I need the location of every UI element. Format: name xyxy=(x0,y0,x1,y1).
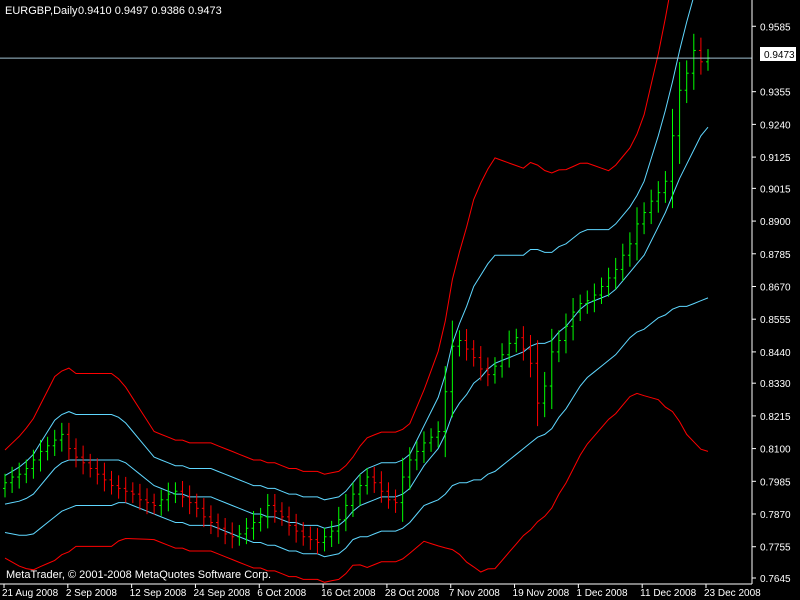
price-tick-label: 0.8100 xyxy=(760,445,791,456)
price-tick-label: 0.9355 xyxy=(760,88,791,99)
price-tick-label: 0.7870 xyxy=(760,510,791,521)
time-tick-label: 11 Dec 2008 xyxy=(640,588,696,599)
time-tick-label: 19 Nov 2008 xyxy=(513,588,570,599)
price-tick-label: 0.7985 xyxy=(760,477,791,488)
time-tick-label: 16 Oct 2008 xyxy=(321,588,376,599)
price-tick-label: 0.8670 xyxy=(760,282,791,293)
price-tick-label: 0.9125 xyxy=(760,153,791,164)
price-tick-label: 0.8555 xyxy=(760,315,791,326)
price-tick-label: 0.8330 xyxy=(760,379,791,390)
price-tick-label: 0.9585 xyxy=(760,22,791,33)
current-price-label: 0.9473 xyxy=(764,50,795,61)
chart-window[interactable]: 0.9585 0.9355 0.9240 0.9125 0.9015 0.8900 0.87… xyxy=(0,0,800,600)
time-tick-label: 12 Sep 2008 xyxy=(130,588,187,599)
chart-header-ohlc: 0.9410 0.9497 0.9386 0.9473 xyxy=(78,5,222,17)
price-tick-label: 0.9015 xyxy=(760,184,791,195)
time-tick-label: 1 Dec 2008 xyxy=(576,588,628,599)
copyright-text: MetaTrader, © 2001-2008 MetaQuotes Softw… xyxy=(6,569,271,581)
price-tick-label: 0.9240 xyxy=(760,120,791,131)
time-tick-label: 21 Aug 2008 xyxy=(2,588,59,599)
time-tick-label: 24 Sep 2008 xyxy=(193,588,250,599)
price-tick-label: 0.7645 xyxy=(760,574,791,585)
time-tick-label: 23 Dec 2008 xyxy=(704,588,761,599)
price-chart[interactable]: 0.9585 0.9355 0.9240 0.9125 0.9015 0.8900 0.87… xyxy=(0,0,800,600)
time-tick-label: 28 Oct 2008 xyxy=(385,588,440,599)
price-tick-label: 0.8900 xyxy=(760,217,791,228)
price-tick-label: 0.8785 xyxy=(760,250,791,261)
time-tick-label: 6 Oct 2008 xyxy=(257,588,306,599)
price-tick-label: 0.7755 xyxy=(760,543,791,554)
time-tick-label: 7 Nov 2008 xyxy=(449,588,501,599)
price-tick-label: 0.8440 xyxy=(760,348,791,359)
price-tick-label: 0.8215 xyxy=(760,412,791,423)
chart-header-symbol: EURGBP,Daily xyxy=(5,5,78,17)
time-tick-label: 2 Sep 2008 xyxy=(66,588,118,599)
